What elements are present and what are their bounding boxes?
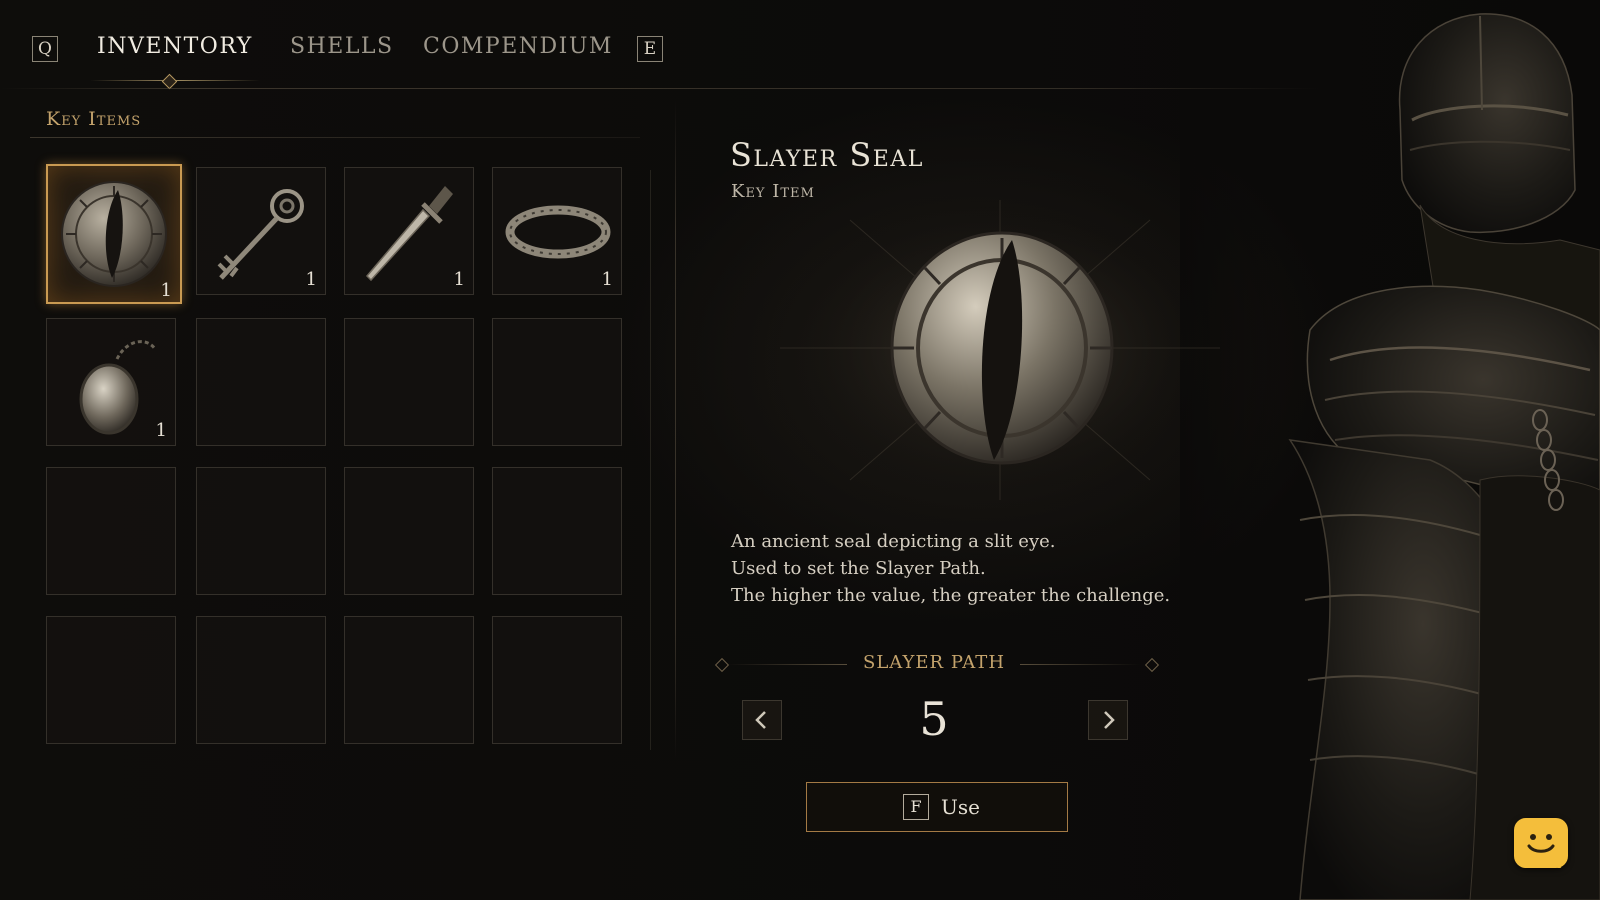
item-name: Slayer Seal [730, 136, 924, 174]
grid-scroll-track [650, 170, 651, 750]
knight-character-art [1180, 0, 1600, 900]
slot-quantity: 1 [601, 269, 613, 290]
chat-assistant-button[interactable] [1514, 818, 1568, 868]
description-line: Used to set the Slayer Path. [731, 558, 986, 579]
inventory-slot-empty[interactable] [196, 467, 326, 595]
path-decrease-button[interactable] [742, 700, 782, 740]
inventory-slot-empty[interactable] [46, 616, 176, 744]
section-title-key-items: Key Items [46, 108, 142, 130]
ornament-line [727, 664, 847, 665]
inventory-slot-empty[interactable] [344, 467, 474, 595]
tab-compendium[interactable]: COMPENDIUM [423, 34, 613, 59]
chevron-left-icon [755, 711, 766, 729]
section-divider [30, 137, 640, 138]
panel-divider [675, 100, 676, 760]
inventory-slot-slayer-seal[interactable]: 1 [46, 164, 182, 304]
inventory-slot-empty[interactable] [492, 318, 622, 446]
tab-shells[interactable]: SHELLS [290, 34, 394, 59]
item-description: An ancient seal depicting a slit eye. Us… [731, 528, 1170, 609]
inventory-slot-ornate-key[interactable]: 1 [196, 167, 326, 295]
prev-tab-key[interactable]: Q [32, 36, 58, 62]
use-button-label: Use [941, 795, 980, 819]
slot-quantity: 1 [155, 420, 167, 441]
slayer-path-value: 5 [919, 692, 949, 746]
inventory-slot-empty[interactable] [46, 467, 176, 595]
inventory-slot-empty[interactable] [344, 318, 474, 446]
slot-quantity: 1 [305, 269, 317, 290]
next-tab-key[interactable]: E [637, 36, 663, 62]
inventory-slot-empty[interactable] [344, 616, 474, 744]
slayer-seal-large-icon [780, 200, 1220, 500]
slot-quantity: 1 [453, 269, 465, 290]
inventory-slot-empty[interactable] [492, 616, 622, 744]
slayer-path-label: SLAYER PATH [862, 652, 1006, 673]
slot-quantity: 1 [161, 280, 172, 301]
description-line: An ancient seal depicting a slit eye. [731, 531, 1056, 552]
inventory-slot-dagger[interactable]: 1 [344, 167, 474, 295]
item-type: Key Item [731, 181, 815, 202]
chevron-right-icon [1104, 711, 1115, 729]
smiley-face-icon [1527, 834, 1562, 868]
inventory-slot-empty[interactable] [492, 467, 622, 595]
path-increase-button[interactable] [1088, 700, 1128, 740]
use-key-hint: F [903, 794, 929, 820]
description-line: The higher the value, the greater the ch… [731, 585, 1171, 606]
inventory-slot-empty[interactable] [196, 616, 326, 744]
slayer-seal-icon: 1 [61, 181, 172, 301]
inventory-slot-ring[interactable]: 1 [492, 167, 622, 295]
tab-inventory[interactable]: INVENTORY [97, 34, 253, 59]
use-button[interactable]: F Use [806, 782, 1068, 832]
ornament-line [1020, 664, 1140, 665]
tab-bar: Q INVENTORY SHELLS COMPENDIUM E [0, 0, 1320, 90]
tab-bar-divider [0, 88, 1320, 89]
inventory-slot-locket[interactable]: 1 [46, 318, 176, 446]
active-tab-diamond [161, 73, 178, 90]
inventory-slot-empty[interactable] [196, 318, 326, 446]
